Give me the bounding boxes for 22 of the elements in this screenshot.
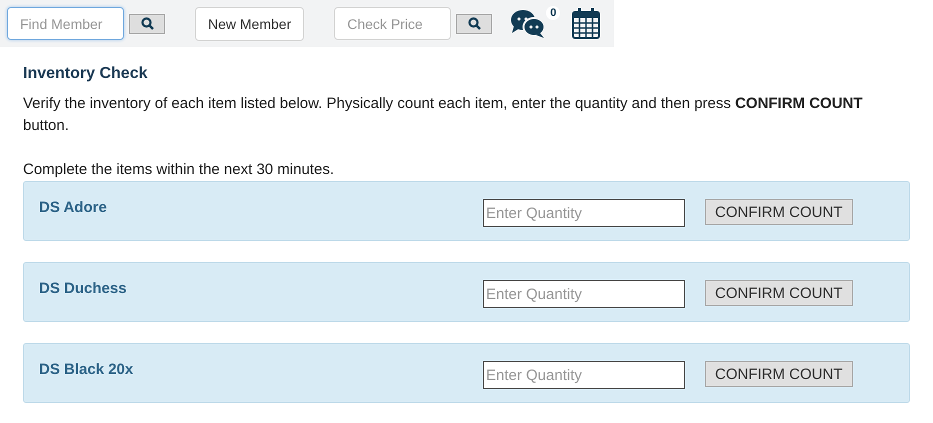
- deadline-text: Complete the items within the next 30 minutes.: [23, 160, 335, 180]
- instructions-text: Verify the inventory of each item listed below. Physically count each item, enter the quantity and then press CONFIRM COUNT button.: [23, 94, 863, 136]
- confirm-count-button[interactable]: CONFIRM COUNT: [705, 280, 852, 306]
- quantity-field[interactable]: Enter Quantity: [483, 199, 685, 227]
- chat-icon[interactable]: [510, 8, 546, 38]
- find-member-field[interactable]: Find Member: [7, 7, 124, 40]
- quantity-field[interactable]: Enter Quantity: [483, 361, 685, 389]
- confirm-count-button[interactable]: CONFIRM COUNT: [705, 199, 852, 225]
- search-button[interactable]: [129, 14, 165, 34]
- check-price-field[interactable]: Check Price: [334, 7, 452, 40]
- item-name: DS Adore: [39, 199, 108, 216]
- item-name: DS Duchess: [39, 280, 128, 297]
- calendar-icon[interactable]: [572, 8, 600, 39]
- search-icon: [140, 17, 154, 30]
- section-title: Inventory Check: [23, 65, 148, 83]
- chat-count-badge: 0: [546, 6, 560, 20]
- search-button[interactable]: [456, 14, 492, 34]
- quantity-field[interactable]: Enter Quantity: [483, 280, 685, 308]
- new-member-button[interactable]: New Member: [195, 6, 304, 40]
- confirm-count-button[interactable]: CONFIRM COUNT: [705, 361, 852, 387]
- item-name: DS Black 20x: [39, 361, 134, 378]
- search-icon: [468, 17, 481, 30]
